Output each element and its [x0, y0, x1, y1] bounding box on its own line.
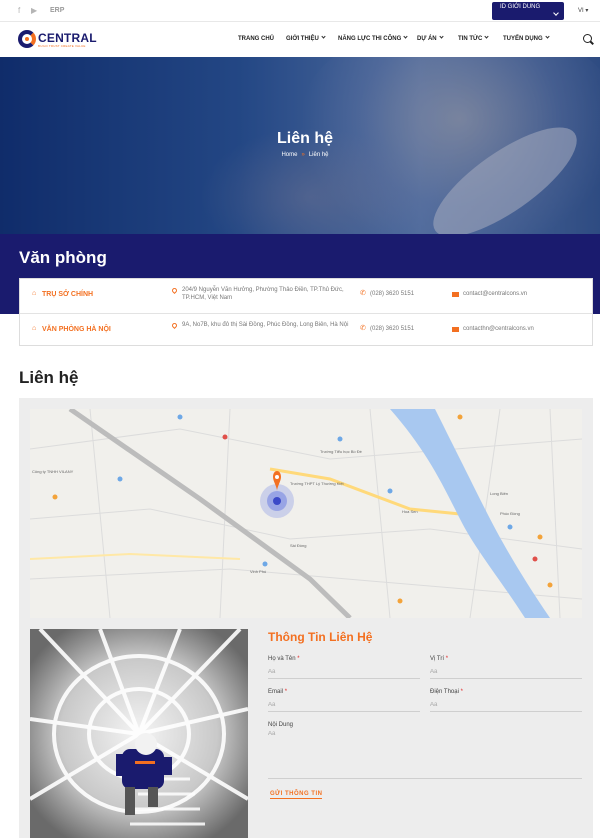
office-phone[interactable]: (028) 3620 5151	[370, 326, 414, 332]
contact-title: Liên hệ	[19, 368, 79, 387]
form-title: Thông Tin Liên Hệ	[268, 630, 373, 644]
office-address: 9A, No7B, khu đô thị Sài Đồng, Phúc Đồng…	[182, 322, 349, 328]
youtube-icon[interactable]: ▶	[31, 6, 37, 15]
map-label: Trường Tiểu học Bồ Đề	[320, 449, 362, 454]
office-name: TRỤ SỞ CHÍNH	[42, 291, 94, 298]
facebook-icon[interactable]: f	[18, 6, 20, 15]
position-label: Vị Trí *	[430, 656, 449, 662]
email-label: Email *	[268, 689, 288, 695]
nav-item-about[interactable]: GIỚI THIỆU	[286, 34, 326, 42]
nav-item-projects[interactable]: DỰ ÁN	[417, 34, 444, 42]
mail-icon	[452, 327, 459, 332]
nav-item-home[interactable]: TRANG CHỦ	[238, 36, 274, 42]
hero-banner: Liên hệ Home» Liên hệ	[0, 57, 600, 234]
offices-title: Văn phòng	[19, 248, 107, 267]
email-field[interactable]	[268, 698, 420, 712]
location-pin-icon	[170, 321, 179, 330]
region-select-label: ID GIỚI DUNG	[500, 4, 541, 10]
search-icon[interactable]	[583, 34, 592, 43]
submit-button[interactable]: GỬI THÔNG TIN	[270, 791, 323, 799]
page-title: Liên hệ	[276, 130, 333, 147]
office-email[interactable]: contacthn@centralcons.vn	[463, 326, 534, 332]
top-bar: f ▶ ERP ID GIỚI DUNG VI ▾	[0, 0, 600, 22]
home-icon: ⌂	[32, 290, 37, 297]
photo-graphic	[30, 629, 248, 838]
phone-field[interactable]	[430, 698, 582, 712]
breadcrumb: Home» Liên hệ	[281, 152, 329, 158]
nav-item-news[interactable]: TIN TỨC	[458, 34, 489, 42]
site-header: CENTRAL BUILD TRUST CREATE VALUE TRANG C…	[0, 22, 600, 57]
office-row: ⌂ VĂN PHÒNG HÀ NỘI 9A, No7B, khu đô thị …	[20, 313, 592, 347]
breadcrumb-home[interactable]: Home	[281, 152, 297, 158]
office-phone[interactable]: (028) 3620 5151	[370, 291, 414, 297]
office-row: ⌂ TRỤ SỞ CHÍNH 204/9 Nguyễn Văn Hưởng, P…	[20, 279, 592, 313]
language-select[interactable]: VI ▾	[578, 7, 588, 14]
phone-label: Điện Thoại *	[430, 689, 463, 695]
region-select[interactable]: ID GIỚI DUNG	[492, 2, 564, 20]
map-label: Phúc Đồng	[500, 511, 520, 516]
map-label: Sài Đồng	[290, 543, 307, 548]
map-label: Công ty TNHH VILANY	[32, 469, 74, 474]
phone-icon: ✆	[360, 290, 366, 297]
embedded-map[interactable]: Hoa Sen Trường Tiểu học Bồ Đề Long Biên …	[30, 409, 582, 618]
map-label: Hoa Sen	[402, 509, 418, 514]
logo-mark-icon	[18, 30, 36, 48]
message-label: Nội Dung	[268, 722, 294, 728]
name-label: Họ và Tên *	[268, 656, 300, 662]
offices-table: ⌂ TRỤ SỞ CHÍNH 204/9 Nguyễn Văn Hưởng, P…	[19, 278, 593, 346]
position-field[interactable]	[430, 665, 582, 679]
office-name: VĂN PHÒNG HÀ NỘI	[42, 326, 111, 333]
site-logo[interactable]: CENTRAL BUILD TRUST CREATE VALUE	[18, 30, 98, 50]
name-field[interactable]	[268, 665, 420, 679]
nav-item-careers[interactable]: TUYỂN DỤNG	[503, 34, 550, 42]
erp-link[interactable]: ERP	[50, 7, 64, 14]
chevron-down-icon	[553, 10, 559, 16]
map-label: Trường THPT Lý Thường Kiệt	[290, 481, 344, 486]
office-email[interactable]: contact@centralcons.vn	[463, 291, 527, 297]
mail-icon	[452, 292, 459, 297]
phone-icon: ✆	[360, 325, 366, 332]
map-label: Vinh Phú	[250, 569, 267, 574]
breadcrumb-current: Liên hệ	[308, 152, 329, 158]
nav-item-capability[interactable]: NĂNG LỰC THI CÔNG	[338, 34, 408, 42]
worker-photo	[30, 629, 248, 838]
home-icon: ⌂	[32, 325, 37, 332]
message-field[interactable]	[268, 731, 582, 779]
office-address: 204/9 Nguyễn Văn Hưởng, Phường Thảo Điền…	[182, 287, 344, 301]
map-label: Long Biên	[490, 491, 509, 496]
location-pin-icon	[170, 286, 179, 295]
